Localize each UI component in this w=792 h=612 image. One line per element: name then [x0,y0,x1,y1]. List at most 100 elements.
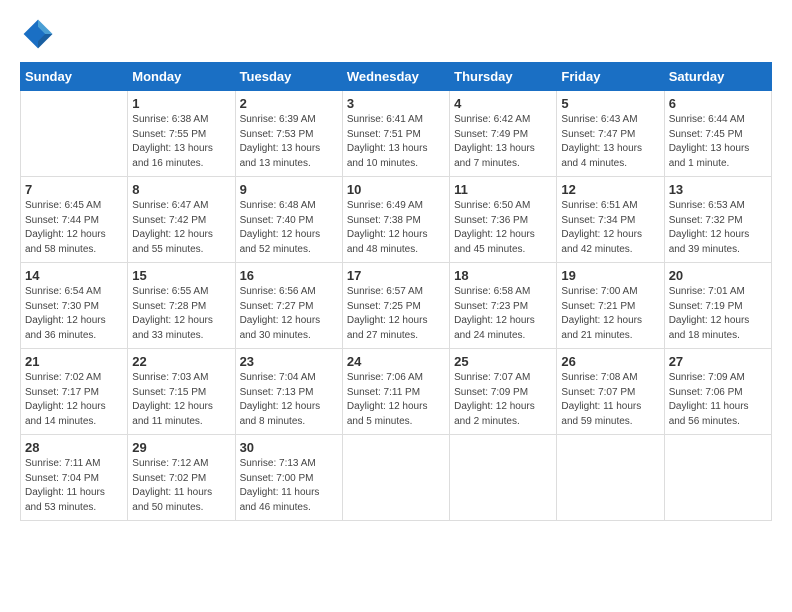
day-number: 9 [240,182,338,197]
calendar-cell: 27Sunrise: 7:09 AMSunset: 7:06 PMDayligh… [664,349,771,435]
day-number: 5 [561,96,659,111]
day-number: 15 [132,268,230,283]
day-number: 12 [561,182,659,197]
cell-info: Sunrise: 7:02 AMSunset: 7:17 PMDaylight:… [25,371,123,429]
calendar-cell: 11 Sunrise: 6:50 AMSunset: 7:36 PMDayligh… [450,177,557,263]
day-header-sunday: Sunday [21,63,128,91]
calendar-header-row: SundayMondayTuesdayWednesdayThursdayFrid… [21,63,772,91]
day-number: 25 [454,354,552,369]
day-number: 27 [669,354,767,369]
cell-info: Sunrise: 7:01 AMSunset: 7:19 PMDaylight:… [669,285,767,343]
page-container: SundayMondayTuesdayWednesdayThursdayFrid… [0,0,792,531]
cell-info: Sunrise: 7:00 AMSunset: 7:21 PMDaylight:… [561,285,659,343]
calendar-cell: 4 Sunrise: 6:42 AMSunset: 7:49 PMDaylight… [450,91,557,177]
calendar-cell: 16 Sunrise: 6:56 AMSunset: 7:27 PMDayligh… [235,263,342,349]
calendar-table: SundayMondayTuesdayWednesdayThursdayFrid… [20,62,772,521]
calendar-cell: 19Sunrise: 7:00 AMSunset: 7:21 PMDayligh… [557,263,664,349]
calendar-cell: 9 Sunrise: 6:48 AMSunset: 7:40 PMDaylight… [235,177,342,263]
day-number: 22 [132,354,230,369]
cell-info: Sunrise: 6:42 AMSunset: 7:49 PMDaylight:… [454,113,552,171]
day-number: 11 [454,182,552,197]
day-header-tuesday: Tuesday [235,63,342,91]
calendar-cell: 18 Sunrise: 6:58 AMSunset: 7:23 PMDayligh… [450,263,557,349]
calendar-cell [664,435,771,521]
day-number: 17 [347,268,445,283]
day-number: 2 [240,96,338,111]
cell-info: Sunrise: 6:56 AMSunset: 7:27 PMDaylight:… [240,285,338,343]
cell-info: Sunrise: 6:49 AMSunset: 7:38 PMDaylight:… [347,199,445,257]
cell-info: Sunrise: 7:07 AMSunset: 7:09 PMDaylight:… [454,371,552,429]
day-number: 21 [25,354,123,369]
calendar-cell: 29 Sunrise: 7:12 AMSunset: 7:02 PMDayligh… [128,435,235,521]
calendar-cell [557,435,664,521]
calendar-cell: 3 Sunrise: 6:41 AMSunset: 7:51 PMDaylight… [342,91,449,177]
cell-info: Sunrise: 6:39 AMSunset: 7:53 PMDaylight:… [240,113,338,171]
cell-info: Sunrise: 6:44 AMSunset: 7:45 PMDaylight:… [669,113,767,171]
day-number: 24 [347,354,445,369]
day-number: 6 [669,96,767,111]
day-number: 3 [347,96,445,111]
cell-info: Sunrise: 6:58 AMSunset: 7:23 PMDaylight:… [454,285,552,343]
day-number: 10 [347,182,445,197]
calendar-cell: 15 Sunrise: 6:55 AMSunset: 7:28 PMDayligh… [128,263,235,349]
day-number: 14 [25,268,123,283]
calendar-cell: 2 Sunrise: 6:39 AMSunset: 7:53 PMDaylight… [235,91,342,177]
calendar-cell: 7 Sunrise: 6:45 AMSunset: 7:44 PMDaylight… [21,177,128,263]
calendar-cell: 28Sunrise: 7:11 AMSunset: 7:04 PMDayligh… [21,435,128,521]
calendar-week-3: 14 Sunrise: 6:54 AMSunset: 7:30 PMDayligh… [21,263,772,349]
day-number: 23 [240,354,338,369]
calendar-cell: 1Sunrise: 6:38 AMSunset: 7:55 PMDaylight… [128,91,235,177]
calendar-cell: 25 Sunrise: 7:07 AMSunset: 7:09 PMDayligh… [450,349,557,435]
cell-info: Sunrise: 7:13 AMSunset: 7:00 PMDaylight:… [240,457,338,515]
day-number: 26 [561,354,659,369]
logo-icon [20,16,56,52]
day-number: 4 [454,96,552,111]
day-number: 29 [132,440,230,455]
cell-info: Sunrise: 7:12 AMSunset: 7:02 PMDaylight:… [132,457,230,515]
cell-info: Sunrise: 7:04 AMSunset: 7:13 PMDaylight:… [240,371,338,429]
calendar-cell: 8Sunrise: 6:47 AMSunset: 7:42 PMDaylight… [128,177,235,263]
calendar-cell: 21 Sunrise: 7:02 AMSunset: 7:17 PMDayligh… [21,349,128,435]
calendar-cell: 20Sunrise: 7:01 AMSunset: 7:19 PMDayligh… [664,263,771,349]
calendar-cell: 23 Sunrise: 7:04 AMSunset: 7:13 PMDayligh… [235,349,342,435]
cell-info: Sunrise: 6:48 AMSunset: 7:40 PMDaylight:… [240,199,338,257]
calendar-cell [21,91,128,177]
calendar-week-4: 21 Sunrise: 7:02 AMSunset: 7:17 PMDayligh… [21,349,772,435]
cell-info: Sunrise: 6:45 AMSunset: 7:44 PMDaylight:… [25,199,123,257]
calendar-cell [342,435,449,521]
calendar-cell: 30 Sunrise: 7:13 AMSunset: 7:00 PMDayligh… [235,435,342,521]
calendar-cell: 6 Sunrise: 6:44 AMSunset: 7:45 PMDaylight… [664,91,771,177]
calendar-cell: 12 Sunrise: 6:51 AMSunset: 7:34 PMDayligh… [557,177,664,263]
calendar-week-1: 1Sunrise: 6:38 AMSunset: 7:55 PMDaylight… [21,91,772,177]
cell-info: Sunrise: 7:11 AMSunset: 7:04 PMDaylight:… [25,457,123,515]
cell-info: Sunrise: 6:51 AMSunset: 7:34 PMDaylight:… [561,199,659,257]
day-number: 30 [240,440,338,455]
cell-info: Sunrise: 6:47 AMSunset: 7:42 PMDaylight:… [132,199,230,257]
calendar-week-2: 7 Sunrise: 6:45 AMSunset: 7:44 PMDaylight… [21,177,772,263]
calendar-cell: 10 Sunrise: 6:49 AMSunset: 7:38 PMDayligh… [342,177,449,263]
cell-info: Sunrise: 7:06 AMSunset: 7:11 PMDaylight:… [347,371,445,429]
day-header-wednesday: Wednesday [342,63,449,91]
cell-info: Sunrise: 6:38 AMSunset: 7:55 PMDaylight:… [132,113,230,171]
calendar-cell: 17 Sunrise: 6:57 AMSunset: 7:25 PMDayligh… [342,263,449,349]
cell-info: Sunrise: 6:50 AMSunset: 7:36 PMDaylight:… [454,199,552,257]
calendar-cell: 5Sunrise: 6:43 AMSunset: 7:47 PMDaylight… [557,91,664,177]
day-header-saturday: Saturday [664,63,771,91]
calendar-cell: 22Sunrise: 7:03 AMSunset: 7:15 PMDayligh… [128,349,235,435]
page-header [20,16,772,52]
cell-info: Sunrise: 6:53 AMSunset: 7:32 PMDaylight:… [669,199,767,257]
calendar-cell [450,435,557,521]
cell-info: Sunrise: 6:41 AMSunset: 7:51 PMDaylight:… [347,113,445,171]
day-header-friday: Friday [557,63,664,91]
cell-info: Sunrise: 6:57 AMSunset: 7:25 PMDaylight:… [347,285,445,343]
cell-info: Sunrise: 6:55 AMSunset: 7:28 PMDaylight:… [132,285,230,343]
day-number: 16 [240,268,338,283]
day-number: 18 [454,268,552,283]
day-header-monday: Monday [128,63,235,91]
logo [20,16,60,52]
cell-info: Sunrise: 6:54 AMSunset: 7:30 PMDaylight:… [25,285,123,343]
calendar-cell: 26Sunrise: 7:08 AMSunset: 7:07 PMDayligh… [557,349,664,435]
day-number: 13 [669,182,767,197]
day-header-thursday: Thursday [450,63,557,91]
day-number: 7 [25,182,123,197]
